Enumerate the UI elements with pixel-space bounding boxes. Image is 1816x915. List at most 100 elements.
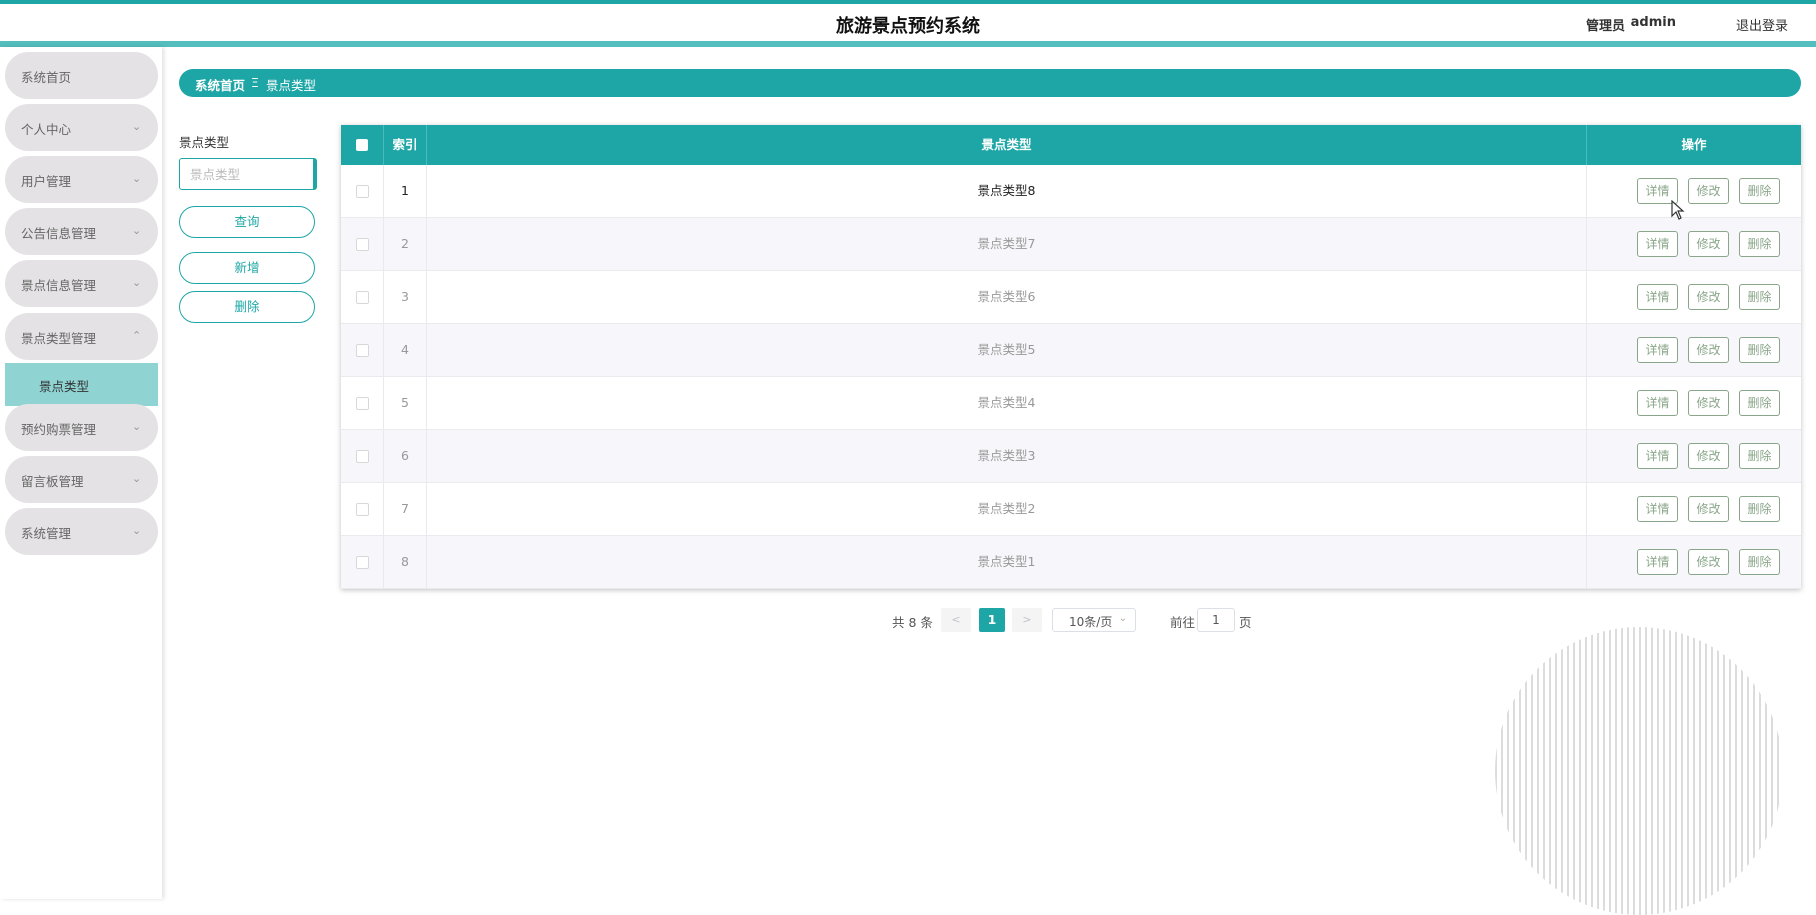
row-select-cell — [341, 218, 384, 271]
row-scenic-type: 景点类型5 — [427, 324, 1587, 377]
next-page-button[interactable]: > — [1012, 608, 1042, 632]
goto-suffix: 页 — [1239, 615, 1252, 630]
delete-button[interactable]: 删除 — [1739, 443, 1780, 469]
goto-page-input[interactable] — [1197, 608, 1235, 632]
row-select-cell — [341, 536, 384, 589]
chevron-down-icon: ⌄ — [132, 420, 142, 433]
edit-button[interactable]: 修改 — [1688, 284, 1729, 310]
table-row: 4 景点类型5 详情 修改 删除 — [341, 324, 1801, 377]
sidebar-item-label: 用户管理 — [21, 174, 72, 189]
row-index: 5 — [384, 377, 427, 430]
row-select-cell — [341, 483, 384, 536]
edit-button[interactable]: 修改 — [1688, 231, 1729, 257]
add-button[interactable]: 新增 — [179, 252, 315, 284]
header-actions: 操作 — [1681, 137, 1707, 152]
edit-button[interactable]: 修改 — [1688, 390, 1729, 416]
row-actions: 详情 修改 删除 — [1587, 536, 1801, 589]
page-size-select[interactable]: 10条/页 ⌄ — [1052, 608, 1136, 632]
row-checkbox[interactable] — [356, 238, 369, 251]
detail-button[interactable]: 详情 — [1637, 284, 1678, 310]
chevron-down-icon: ⌄ — [132, 472, 142, 485]
decorative-striped-circle — [1495, 627, 1783, 915]
row-scenic-type: 景点类型2 — [427, 483, 1587, 536]
sidebar-item-home[interactable]: 系统首页 — [5, 52, 158, 99]
pagination-total: 共 8 条 — [892, 615, 933, 630]
row-actions: 详情 修改 删除 — [1587, 271, 1801, 324]
row-actions: 详情 修改 删除 — [1587, 165, 1801, 218]
breadcrumb-separator: Ξ — [251, 75, 259, 90]
detail-button[interactable]: 详情 — [1637, 231, 1678, 257]
row-actions: 详情 修改 删除 — [1587, 324, 1801, 377]
page-size-value: 10条/页 — [1069, 615, 1113, 629]
row-checkbox[interactable] — [356, 185, 369, 198]
delete-button[interactable]: 删除 — [1739, 390, 1780, 416]
detail-button[interactable]: 详情 — [1637, 443, 1678, 469]
delete-button[interactable]: 删除 — [1739, 549, 1780, 575]
prev-page-button[interactable]: < — [941, 608, 971, 632]
breadcrumb: 系统首页 Ξ 景点类型 — [179, 69, 1801, 97]
sidebar-item-scenic-type-management[interactable]: 景点类型管理 ⌃ — [5, 313, 158, 360]
table-row: 6 景点类型3 详情 修改 删除 — [341, 430, 1801, 483]
chevron-down-icon: ⌄ — [132, 224, 142, 237]
detail-button[interactable]: 详情 — [1637, 337, 1678, 363]
sidebar-item-system-management[interactable]: 系统管理 ⌄ — [5, 508, 158, 555]
row-actions: 详情 修改 删除 — [1587, 430, 1801, 483]
row-actions: 详情 修改 删除 — [1587, 483, 1801, 536]
sidebar: 系统首页 个人中心 ⌄ 用户管理 ⌄ 公告信息管理 ⌄ 景点信息管理 ⌄ 景点类… — [0, 47, 162, 899]
sidebar-item-booking-management[interactable]: 预约购票管理 ⌄ — [5, 404, 158, 451]
sidebar-item-label: 景点类型管理 — [21, 331, 97, 346]
detail-button[interactable]: 详情 — [1637, 496, 1678, 522]
scenic-type-search-input[interactable] — [179, 158, 317, 190]
goto-label: 前往 — [1170, 615, 1196, 630]
breadcrumb-home-link[interactable]: 系统首页 — [195, 75, 245, 94]
row-scenic-type: 景点类型3 — [427, 430, 1587, 483]
header-scenic-type: 景点类型 — [427, 125, 1587, 165]
sidebar-item-personal-center[interactable]: 个人中心 ⌄ — [5, 104, 158, 151]
chevron-down-icon: ⌄ — [132, 276, 142, 289]
delete-button[interactable]: 删除 — [1739, 284, 1780, 310]
row-index: 1 — [384, 165, 427, 218]
row-index: 8 — [384, 536, 427, 589]
row-checkbox[interactable] — [356, 291, 369, 304]
edit-button[interactable]: 修改 — [1688, 337, 1729, 363]
sidebar-item-label: 系统首页 — [21, 70, 72, 85]
sidebar-item-message-board-management[interactable]: 留言板管理 ⌄ — [5, 456, 158, 503]
table-row: 5 景点类型4 详情 修改 删除 — [341, 377, 1801, 430]
app-title: 旅游景点预约系统 — [836, 16, 980, 37]
sidebar-item-scenic-info-management[interactable]: 景点信息管理 ⌄ — [5, 260, 158, 307]
delete-button[interactable]: 删除 — [1739, 496, 1780, 522]
row-checkbox[interactable] — [356, 344, 369, 357]
logout-link[interactable]: 退出登录 — [1736, 15, 1788, 34]
row-scenic-type: 景点类型7 — [427, 218, 1587, 271]
row-checkbox[interactable] — [356, 397, 369, 410]
select-all-checkbox[interactable] — [356, 139, 368, 151]
row-checkbox[interactable] — [356, 556, 369, 569]
delete-button[interactable]: 删除 — [1739, 231, 1780, 257]
edit-button[interactable]: 修改 — [1688, 549, 1729, 575]
delete-button[interactable]: 删除 — [1739, 337, 1780, 363]
sidebar-item-user-management[interactable]: 用户管理 ⌄ — [5, 156, 158, 203]
batch-delete-button[interactable]: 删除 — [179, 291, 315, 323]
sidebar-item-label: 个人中心 — [21, 122, 72, 137]
sidebar-item-announcement-management[interactable]: 公告信息管理 ⌄ — [5, 208, 158, 255]
row-checkbox[interactable] — [356, 450, 369, 463]
mouse-cursor-icon — [1671, 200, 1685, 220]
pagination: 共 8 条 < 1 > 10条/页 ⌄ 前往 页 — [0, 608, 1816, 632]
detail-button[interactable]: 详情 — [1637, 549, 1678, 575]
page-number-current[interactable]: 1 — [979, 608, 1005, 632]
delete-button[interactable]: 删除 — [1739, 178, 1780, 204]
sidebar-subitem-scenic-type[interactable]: 景点类型 — [5, 363, 158, 406]
row-index: 7 — [384, 483, 427, 536]
top-header: 旅游景点预约系统 管理员 admin 退出登录 — [0, 0, 1816, 47]
edit-button[interactable]: 修改 — [1688, 443, 1729, 469]
query-button[interactable]: 查询 — [179, 206, 315, 238]
row-checkbox[interactable] — [356, 503, 369, 516]
edit-button[interactable]: 修改 — [1688, 496, 1729, 522]
row-scenic-type: 景点类型4 — [427, 377, 1587, 430]
sidebar-item-label: 预约购票管理 — [21, 422, 97, 437]
row-actions: 详情 修改 删除 — [1587, 218, 1801, 271]
edit-button[interactable]: 修改 — [1688, 178, 1729, 204]
detail-button[interactable]: 详情 — [1637, 390, 1678, 416]
table-row: 1 景点类型8 详情 修改 删除 — [341, 165, 1801, 218]
table-header: 索引 景点类型 操作 — [341, 125, 1801, 165]
